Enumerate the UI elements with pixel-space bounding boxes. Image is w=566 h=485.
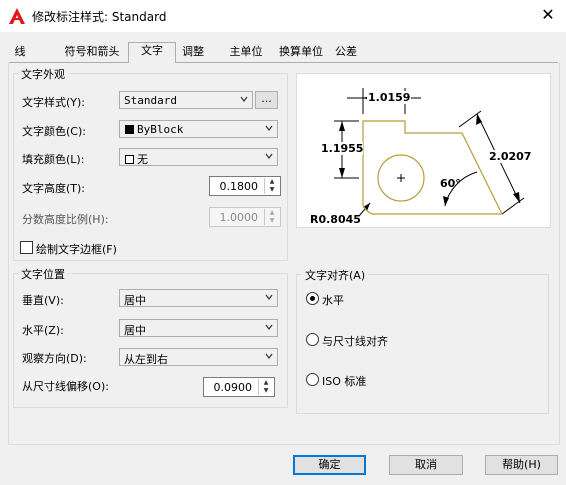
tab-primary-units[interactable]: 主单位 — [227, 44, 265, 61]
text-appearance-title: 文字外观 — [18, 66, 68, 82]
text-style-select[interactable]: Standard — [119, 91, 253, 109]
text-style-label: 文字样式(Y): — [22, 96, 86, 109]
draw-frame-checkbox[interactable] — [20, 241, 33, 254]
color-swatch — [125, 155, 134, 164]
offset-label: 从尺寸线偏移(O): — [22, 380, 109, 393]
text-height-label: 文字高度(T): — [22, 182, 86, 195]
offset-spinner[interactable]: 0.0900 ▲ ▼ — [203, 377, 275, 397]
chevron-down-icon — [265, 153, 273, 159]
text-placement-title: 文字位置 — [18, 266, 68, 282]
tab-alternate-units[interactable]: 换算单位 — [276, 44, 326, 61]
horizontal-select[interactable]: 居中 — [119, 319, 278, 337]
preview-dim-left: 1.1955 — [321, 142, 364, 155]
close-button[interactable]: ✕ — [536, 4, 560, 28]
draw-frame-label: 绘制文字边框(F) — [36, 243, 117, 256]
color-swatch — [125, 125, 134, 134]
help-button[interactable]: 帮助(H) — [485, 455, 558, 475]
view-direction-label: 观察方向(D): — [22, 352, 87, 365]
chevron-down-icon — [265, 353, 273, 359]
vertical-label: 垂直(V): — [22, 294, 64, 307]
text-height-spinner[interactable]: 0.1800 ▲ ▼ — [209, 176, 281, 196]
spin-down-icon: ▼ — [269, 217, 275, 224]
fraction-scale-spinner: 1.0000 ▲ ▼ — [209, 207, 281, 227]
fill-color-select[interactable]: 无 — [119, 148, 278, 166]
window-title: 修改标注样式: Standard — [32, 10, 167, 24]
tab-text[interactable]: 文字 — [128, 42, 176, 63]
align-iso-radio[interactable] — [306, 373, 319, 386]
align-horizontal-label: 水平 — [322, 294, 344, 307]
align-with-dimline-label: 与尺寸线对齐 — [322, 335, 388, 348]
spin-down-icon[interactable]: ▼ — [259, 387, 273, 395]
text-color-select[interactable]: ByBlock — [119, 120, 278, 138]
spin-down-icon[interactable]: ▼ — [265, 186, 279, 194]
tab-fit[interactable]: 调整 — [179, 44, 207, 61]
ok-button[interactable]: 确定 — [293, 455, 366, 475]
title-bar: 修改标注样式: Standard ✕ — [0, 0, 566, 32]
text-alignment-title: 文字对齐(A) — [302, 267, 369, 283]
cancel-button[interactable]: 取消 — [389, 455, 463, 475]
fill-color-label: 填充颜色(L): — [22, 153, 85, 166]
tab-lines[interactable]: 线 — [11, 44, 29, 61]
view-direction-select[interactable]: 从左到右 — [119, 348, 278, 366]
preview-panel: 1.0159 1.1955 2.0207 60° R0.8045 — [296, 73, 551, 228]
autocad-logo-icon — [9, 8, 25, 24]
spin-up-icon[interactable]: ▲ — [265, 178, 279, 186]
chevron-down-icon — [265, 324, 273, 330]
text-style-browse-button[interactable]: ... — [255, 91, 278, 109]
preview-dim-right: 2.0207 — [489, 150, 532, 163]
align-horizontal-radio[interactable] — [306, 292, 319, 305]
vertical-select[interactable]: 居中 — [119, 289, 278, 307]
tab-strip-divider — [8, 62, 558, 63]
tab-tolerances[interactable]: 公差 — [333, 44, 359, 61]
chevron-down-icon — [240, 96, 248, 102]
align-with-dimline-radio[interactable] — [306, 333, 319, 346]
chevron-down-icon — [265, 294, 273, 300]
tab-symbols-arrows[interactable]: 符号和箭头 — [60, 44, 124, 61]
preview-dim-top: 1.0159 — [367, 91, 412, 104]
fraction-scale-label: 分数高度比例(H): — [22, 213, 109, 226]
chevron-down-icon — [265, 125, 273, 131]
horizontal-label: 水平(Z): — [22, 324, 64, 337]
align-iso-label: ISO 标准 — [322, 375, 367, 388]
preview-dim-angle: 60° — [440, 177, 461, 190]
text-color-label: 文字颜色(C): — [22, 125, 86, 138]
close-icon: ✕ — [541, 5, 555, 24]
spin-up-icon: ▲ — [269, 209, 275, 216]
preview-dim-radius: R0.8045 — [310, 213, 361, 226]
spin-up-icon[interactable]: ▲ — [259, 379, 273, 387]
